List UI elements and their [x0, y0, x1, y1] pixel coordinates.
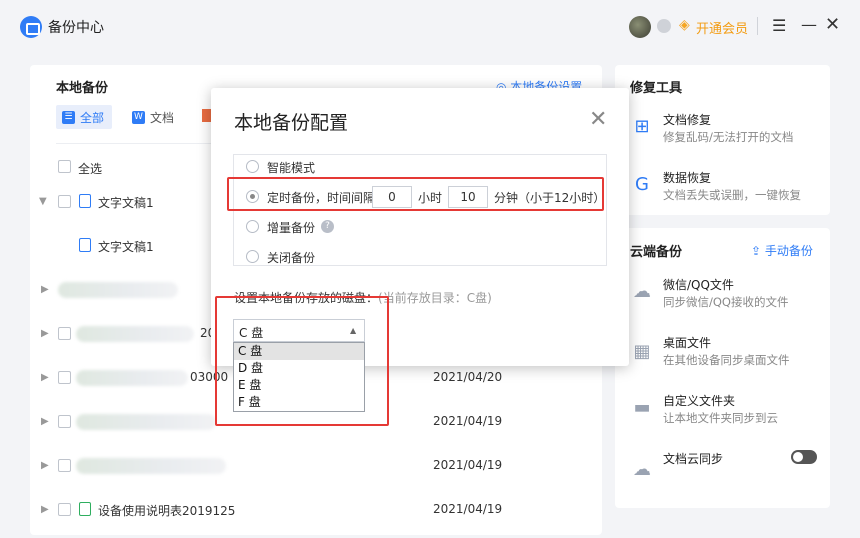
data-recover-icon: G — [635, 174, 649, 195]
vip-diamond-icon: ◈ — [679, 17, 690, 33]
cloud-item-desc: 在其他设备同步桌面文件 — [663, 353, 790, 367]
filter-tab-doc[interactable]: W 文档 — [132, 105, 174, 129]
smart-mode-label: 智能模式 — [267, 161, 316, 175]
row-checkbox[interactable] — [58, 459, 71, 472]
highlight-timed-backup — [227, 177, 604, 211]
highlight-drive-select — [215, 296, 389, 426]
file-date: 2021/04/19 — [433, 458, 503, 472]
dialog-close-icon[interactable]: ✕ — [589, 107, 607, 132]
blurred-content — [58, 282, 178, 298]
app-logo-icon — [20, 16, 42, 38]
expand-icon[interactable]: ▶ — [41, 284, 49, 295]
cloud-item-desc: 同步微信/QQ接收的文件 — [663, 295, 789, 309]
blurred-content — [76, 370, 188, 386]
member-badge-icon — [657, 19, 671, 33]
repair-item-desc: 文档丢失或误删，一键恢复 — [663, 188, 801, 202]
table-row[interactable]: ▶ 设备使用说明表2019125 2021/04/19 — [30, 495, 602, 525]
table-row[interactable]: ▶ 2021/04/19 — [30, 451, 602, 481]
cloud-item-desc: 让本地文件夹同步到云 — [663, 411, 778, 425]
expand-icon[interactable]: ▶ — [41, 328, 49, 339]
chat-icon: ☁ — [633, 281, 651, 302]
repair-item-title[interactable]: 文档修复 — [663, 111, 711, 128]
repair-tools-card: 修复工具 ⊞ 文档修复 修复乱码/无法打开的文档 G 数据恢复 文档丢失或误删，… — [615, 65, 830, 215]
menu-icon[interactable]: ☰ — [772, 16, 786, 35]
title-divider — [757, 17, 758, 35]
doc-repair-icon: ⊞ — [634, 116, 650, 137]
file-name: 文字文稿1 — [98, 240, 154, 254]
repair-tools-title: 修复工具 — [630, 81, 683, 96]
row-checkbox[interactable] — [58, 503, 71, 516]
row-checkbox[interactable] — [58, 371, 71, 384]
file-name: 文字文稿1 — [98, 196, 154, 210]
radio-incremental-backup[interactable] — [246, 220, 259, 233]
incremental-backup-label: 增量备份 — [267, 221, 316, 235]
select-all-checkbox[interactable] — [58, 160, 71, 173]
radio-smart-mode[interactable] — [246, 160, 259, 173]
minimize-icon[interactable]: — — [801, 15, 817, 34]
manual-backup-button[interactable]: ⇪ 手动备份 — [751, 242, 813, 259]
cloud-item-title[interactable]: 文档云同步 — [663, 450, 723, 467]
dialog-title: 本地备份配置 — [234, 112, 349, 134]
cloud-item-title[interactable]: 微信/QQ文件 — [663, 276, 734, 293]
select-all-label: 全选 — [78, 162, 103, 176]
file-name: 设备使用说明表2019125 — [98, 504, 236, 518]
expand-icon[interactable]: ▶ — [41, 504, 49, 515]
row-checkbox[interactable] — [58, 415, 71, 428]
close-icon[interactable]: ✕ — [825, 14, 840, 35]
folder-icon: ▬ — [633, 397, 651, 418]
list-icon: ☰ — [62, 110, 75, 124]
collapse-icon[interactable]: ▼ — [39, 196, 47, 207]
filter-tab-all[interactable]: ☰ 全部 — [56, 105, 113, 129]
word-doc-icon — [79, 194, 91, 208]
file-date: 2021/04/20 — [433, 370, 503, 384]
expand-icon[interactable]: ▶ — [41, 460, 49, 471]
local-backup-title: 本地备份 — [56, 81, 109, 96]
expand-icon[interactable]: ▶ — [41, 372, 49, 383]
file-date: 2021/04/19 — [433, 502, 503, 516]
windows-icon: ▦ — [633, 341, 651, 362]
vip-link[interactable]: 开通会员 — [696, 18, 748, 37]
cloud-item-title[interactable]: 自定义文件夹 — [663, 392, 735, 409]
user-avatar[interactable] — [629, 16, 651, 38]
cloud-backup-title: 云端备份 — [630, 245, 683, 260]
cloud-sync-toggle[interactable] — [791, 450, 817, 464]
app-title: 备份中心 — [48, 20, 104, 36]
cloud-item-title[interactable]: 桌面文件 — [663, 334, 711, 351]
expand-icon[interactable]: ▶ — [41, 416, 49, 427]
row-checkbox[interactable] — [58, 327, 71, 340]
backup-off-label: 关闭备份 — [267, 251, 316, 265]
word-doc-icon — [79, 238, 91, 252]
radio-backup-off[interactable] — [246, 250, 259, 263]
help-icon[interactable]: ? — [321, 220, 334, 233]
file-date: 2021/04/19 — [433, 414, 503, 428]
repair-item-title[interactable]: 数据恢复 — [663, 169, 711, 186]
word-doc-icon: W — [132, 110, 145, 124]
blurred-content — [76, 414, 216, 430]
title-bar: 备份中心 ◈ 开通会员 ☰ — ✕ — [0, 0, 860, 52]
blurred-content — [76, 326, 194, 342]
repair-item-desc: 修复乱码/无法打开的文档 — [663, 130, 794, 144]
excel-doc-icon — [79, 502, 91, 516]
blurred-content — [76, 458, 226, 474]
cloud-icon: ☁ — [633, 459, 651, 480]
row-checkbox[interactable] — [58, 195, 71, 208]
cloud-backup-card: 云端备份 ⇪ 手动备份 ☁ 微信/QQ文件 同步微信/QQ接收的文件 ▦ 桌面文… — [615, 228, 830, 508]
